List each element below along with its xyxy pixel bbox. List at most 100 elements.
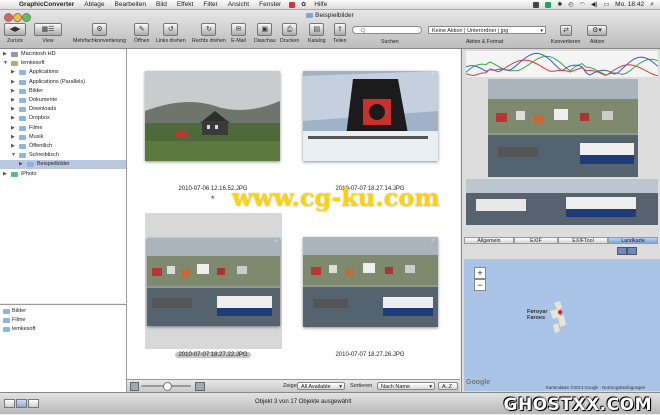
action-menu-button[interactable]: ⚙▾ bbox=[587, 25, 607, 38]
folder-icon bbox=[19, 116, 26, 122]
catalog-button[interactable]: ▤ Katalog bbox=[308, 23, 326, 44]
favorite-item[interactable]: Bilder bbox=[0, 307, 126, 316]
show-filter-select[interactable]: All Available ▾ bbox=[297, 382, 345, 390]
thumbnail-image bbox=[145, 71, 280, 161]
sort-order-select[interactable]: A..Z bbox=[438, 382, 458, 390]
map-pin-icon[interactable]: ● bbox=[557, 307, 563, 318]
sidebar-item-label: Applications bbox=[29, 69, 59, 76]
sidebar-item-label: iPhoto bbox=[21, 170, 37, 177]
disclosure-closed-icon[interactable]: ▶ bbox=[11, 105, 15, 114]
sort-select[interactable]: Nach Name ▾ bbox=[377, 382, 435, 390]
menu-app-name[interactable]: GraphicConverter bbox=[14, 1, 79, 8]
favorite-item[interactable]: Filme bbox=[0, 316, 126, 325]
tab-exif[interactable]: EXIF bbox=[514, 237, 558, 244]
menu-hilfe[interactable]: Hilfe bbox=[309, 1, 332, 8]
disclosure-open-icon[interactable]: ▼ bbox=[11, 151, 16, 160]
action-label: Aktion bbox=[590, 39, 605, 45]
sidebar-item[interactable]: ▶ Applications (Parallels) bbox=[0, 78, 126, 87]
disclosure-closed-icon[interactable]: ▶ bbox=[11, 87, 15, 96]
disclosure-closed-icon[interactable]: ▶ bbox=[3, 50, 7, 59]
print-button[interactable]: ⎙ Drucken bbox=[280, 23, 299, 44]
tab-allgemein[interactable]: Allgemein bbox=[464, 237, 514, 244]
map-attribution: Kartendaten ©2013 Google · Nutzungsbedin… bbox=[546, 385, 646, 390]
open-icon: ✎ bbox=[134, 23, 150, 36]
menu-fenster[interactable]: Fenster bbox=[254, 1, 286, 8]
time-machine-icon[interactable]: ◴ bbox=[568, 1, 573, 8]
zoom-out-button[interactable]: − bbox=[474, 279, 486, 291]
menu-ablage[interactable]: Ablage bbox=[79, 1, 109, 8]
rotate-left-button[interactable]: ↺ Links drehen bbox=[156, 23, 186, 44]
sidebar-item[interactable]: ▶ Applications bbox=[0, 68, 126, 77]
sidebar-item[interactable]: ▶ Bilder bbox=[0, 87, 126, 96]
menu-filter[interactable]: Filter bbox=[198, 1, 222, 8]
disclosure-closed-icon[interactable]: ▶ bbox=[11, 68, 15, 77]
rotate-right-button[interactable]: ↻ Rechts drehen bbox=[192, 23, 226, 44]
disclosure-closed-icon[interactable]: ▶ bbox=[11, 114, 15, 123]
sidebar-item[interactable]: ▶ Öffentlich bbox=[0, 142, 126, 151]
sidebar-item[interactable]: ▶ Downloads bbox=[0, 105, 126, 114]
disclosure-closed-icon[interactable]: ▶ bbox=[11, 142, 15, 151]
gps-badge-icon: ♂ bbox=[430, 238, 436, 244]
sidebar-item[interactable]: ▶ Macintosh HD bbox=[0, 50, 126, 59]
menu-clock[interactable]: Mo. 18:42 bbox=[615, 1, 644, 8]
thumbnail-3[interactable]: ♂ bbox=[145, 213, 282, 349]
action-format-select[interactable]: Keine Aktion | Unterordner | jpg ▾ bbox=[428, 26, 546, 34]
home-icon bbox=[11, 61, 18, 67]
menu-extra-icon-2[interactable] bbox=[545, 1, 552, 8]
battery-icon[interactable]: ▭ bbox=[603, 1, 609, 8]
tab-landkarte[interactable]: Landkarte bbox=[608, 237, 658, 244]
sidebar-toggle-icon[interactable] bbox=[4, 399, 15, 408]
disclosure-open-icon[interactable]: ▼ bbox=[3, 59, 8, 68]
sidebar-item[interactable]: ▶ Musik bbox=[0, 133, 126, 142]
gear-menu-icon[interactable]: ✿ bbox=[298, 1, 309, 8]
back-button[interactable]: ◀▶ Zurück bbox=[4, 23, 26, 44]
convert-button[interactable]: ⇄ bbox=[560, 25, 572, 38]
layout-toggle-icon[interactable] bbox=[16, 399, 27, 408]
share-button[interactable]: ⇪ Teilen bbox=[333, 23, 347, 44]
scripts-menu-icon[interactable] bbox=[289, 1, 296, 8]
panel-toggle-icon[interactable] bbox=[28, 399, 39, 408]
tab-exiftool[interactable]: EXIFTool bbox=[558, 237, 608, 244]
map-view[interactable]: Standard▾ + − Føroyar Faroes ● Google Ka… bbox=[464, 259, 660, 391]
zoom-in-button[interactable]: + bbox=[474, 267, 486, 279]
sidebar-item[interactable]: ▼ Schreibtisch bbox=[0, 151, 126, 160]
slider-knob[interactable] bbox=[163, 382, 172, 391]
thumbnail-2[interactable]: ♂ bbox=[303, 71, 438, 161]
menu-effekt[interactable]: Effekt bbox=[172, 1, 199, 8]
menu-ansicht[interactable]: Ansicht bbox=[223, 1, 254, 8]
sidebar-item[interactable]: ▶ Beispielbilder bbox=[0, 160, 126, 170]
disclosure-closed-icon[interactable]: ▶ bbox=[11, 78, 15, 87]
batch-convert-button[interactable]: ⚙ Mehrfachkonvertierung bbox=[73, 23, 126, 44]
wifi-icon[interactable]: ◠ bbox=[580, 1, 585, 8]
view-button[interactable]: ▦☰ View bbox=[34, 23, 62, 44]
search-input[interactable]: Q bbox=[352, 26, 422, 34]
thumbnail-4[interactable]: ♂ bbox=[303, 237, 438, 327]
bluetooth-icon[interactable]: ✱ bbox=[557, 1, 562, 8]
disclosure-closed-icon[interactable]: ▶ bbox=[19, 160, 23, 169]
menu-bearbeiten[interactable]: Bearbeiten bbox=[110, 1, 151, 8]
large-thumb-icon bbox=[195, 382, 205, 391]
open-button[interactable]: ✎ Öffnen bbox=[134, 23, 149, 44]
map-view-icon[interactable] bbox=[617, 247, 627, 255]
menu-bild[interactable]: Bild bbox=[151, 1, 172, 8]
email-button[interactable]: ✉ E-Mail bbox=[231, 23, 246, 44]
sidebar-item[interactable]: ▶ Dropbox bbox=[0, 114, 126, 123]
sidebar-item[interactable]: ▶ Dokumente bbox=[0, 96, 126, 105]
rotate-left-icon: ↺ bbox=[163, 23, 179, 36]
folder-icon bbox=[27, 162, 34, 168]
volume-icon[interactable]: ◀) bbox=[591, 1, 598, 8]
disclosure-closed-icon[interactable]: ▶ bbox=[11, 133, 15, 142]
spotlight-icon[interactable]: ⌕ bbox=[650, 1, 654, 9]
slideshow-button[interactable]: ▣ Diaschau bbox=[254, 23, 276, 44]
menu-extra-icon[interactable] bbox=[533, 1, 540, 8]
sidebar-item[interactable]: ▼ lemkesoft bbox=[0, 59, 126, 68]
disclosure-closed-icon[interactable]: ▶ bbox=[11, 124, 15, 133]
small-thumb-icon bbox=[130, 382, 139, 391]
satellite-view-icon[interactable] bbox=[627, 247, 637, 255]
favorite-item[interactable]: lemkesoft bbox=[0, 325, 126, 334]
sidebar-item[interactable]: ▶ iPhoto bbox=[0, 170, 126, 179]
disclosure-closed-icon[interactable]: ▶ bbox=[11, 96, 15, 105]
sidebar-item[interactable]: ▶ Filme bbox=[0, 124, 126, 133]
thumbnail-1[interactable] bbox=[145, 71, 280, 161]
disclosure-closed-icon[interactable]: ▶ bbox=[3, 170, 7, 179]
